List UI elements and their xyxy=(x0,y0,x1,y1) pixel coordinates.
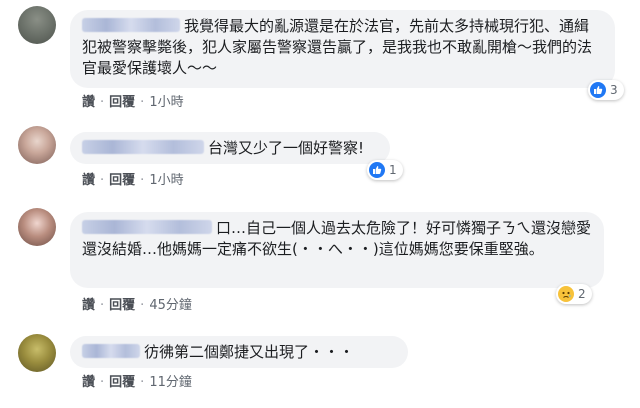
avatar[interactable] xyxy=(18,334,56,372)
comment-text: 彷彿第二個鄭捷又出現了・・・ xyxy=(144,343,355,361)
reaction-count[interactable]: 3 xyxy=(588,80,624,100)
like-link[interactable]: 讚 xyxy=(82,94,95,112)
reaction-number: 3 xyxy=(610,83,618,97)
reaction-number: 2 xyxy=(578,287,586,301)
timestamp[interactable]: 1小時 xyxy=(149,172,183,190)
comment-actions: 讚 · 回覆 · 1小時 xyxy=(82,94,184,112)
separator: · xyxy=(100,95,105,110)
comment-thread: 我覺得最大的亂源還是在於法官，先前太多持械現行犯、通緝犯被警察擊斃後，犯人家屬告… xyxy=(0,0,640,408)
like-link[interactable]: 讚 xyxy=(82,172,95,190)
comment-actions: 讚 · 回覆 · 1小時 xyxy=(82,172,184,190)
reply-link[interactable]: 回覆 xyxy=(109,374,135,392)
avatar[interactable] xyxy=(18,208,56,246)
comment-actions: 讚 · 回覆 · 45分鐘 xyxy=(82,297,192,315)
author-name[interactable] xyxy=(82,220,212,234)
comment-bubble: 台灣又少了一個好警察! xyxy=(70,132,390,164)
reaction-number: 1 xyxy=(389,163,397,177)
separator: · xyxy=(140,298,145,313)
author-name[interactable] xyxy=(82,344,140,358)
reaction-count[interactable]: 2 xyxy=(556,284,592,304)
separator: · xyxy=(140,375,145,390)
comment-text: 台灣又少了一個好警察! xyxy=(208,139,365,157)
like-link[interactable]: 讚 xyxy=(82,374,95,392)
timestamp[interactable]: 11分鐘 xyxy=(149,374,192,392)
separator: · xyxy=(140,95,145,110)
reply-link[interactable]: 回覆 xyxy=(109,297,135,315)
timestamp[interactable]: 45分鐘 xyxy=(149,297,192,315)
avatar[interactable] xyxy=(18,6,56,44)
comment-actions: 讚 · 回覆 · 11分鐘 xyxy=(82,374,192,392)
like-icon xyxy=(369,162,385,178)
avatar[interactable] xyxy=(18,126,56,164)
comment-bubble: 口…自己一個人過去太危險了！好可憐獨子ㄋㄟ還沒戀愛還沒結婚…他媽媽一定痛不欲生(… xyxy=(70,212,604,288)
like-link[interactable]: 讚 xyxy=(82,297,95,315)
comment-bubble: 我覺得最大的亂源還是在於法官，先前太多持械現行犯、通緝犯被警察擊斃後，犯人家屬告… xyxy=(70,10,615,88)
timestamp[interactable]: 1小時 xyxy=(149,94,183,112)
separator: · xyxy=(100,173,105,188)
like-icon xyxy=(590,82,606,98)
reply-link[interactable]: 回覆 xyxy=(109,94,135,112)
separator: · xyxy=(140,173,145,188)
reaction-count[interactable]: 1 xyxy=(367,160,403,180)
sad-icon xyxy=(558,286,574,302)
separator: · xyxy=(100,298,105,313)
author-name[interactable] xyxy=(82,140,204,154)
reply-link[interactable]: 回覆 xyxy=(109,172,135,190)
comment-bubble: 彷彿第二個鄭捷又出現了・・・ xyxy=(70,336,408,368)
author-name[interactable] xyxy=(82,18,180,32)
separator: · xyxy=(100,375,105,390)
